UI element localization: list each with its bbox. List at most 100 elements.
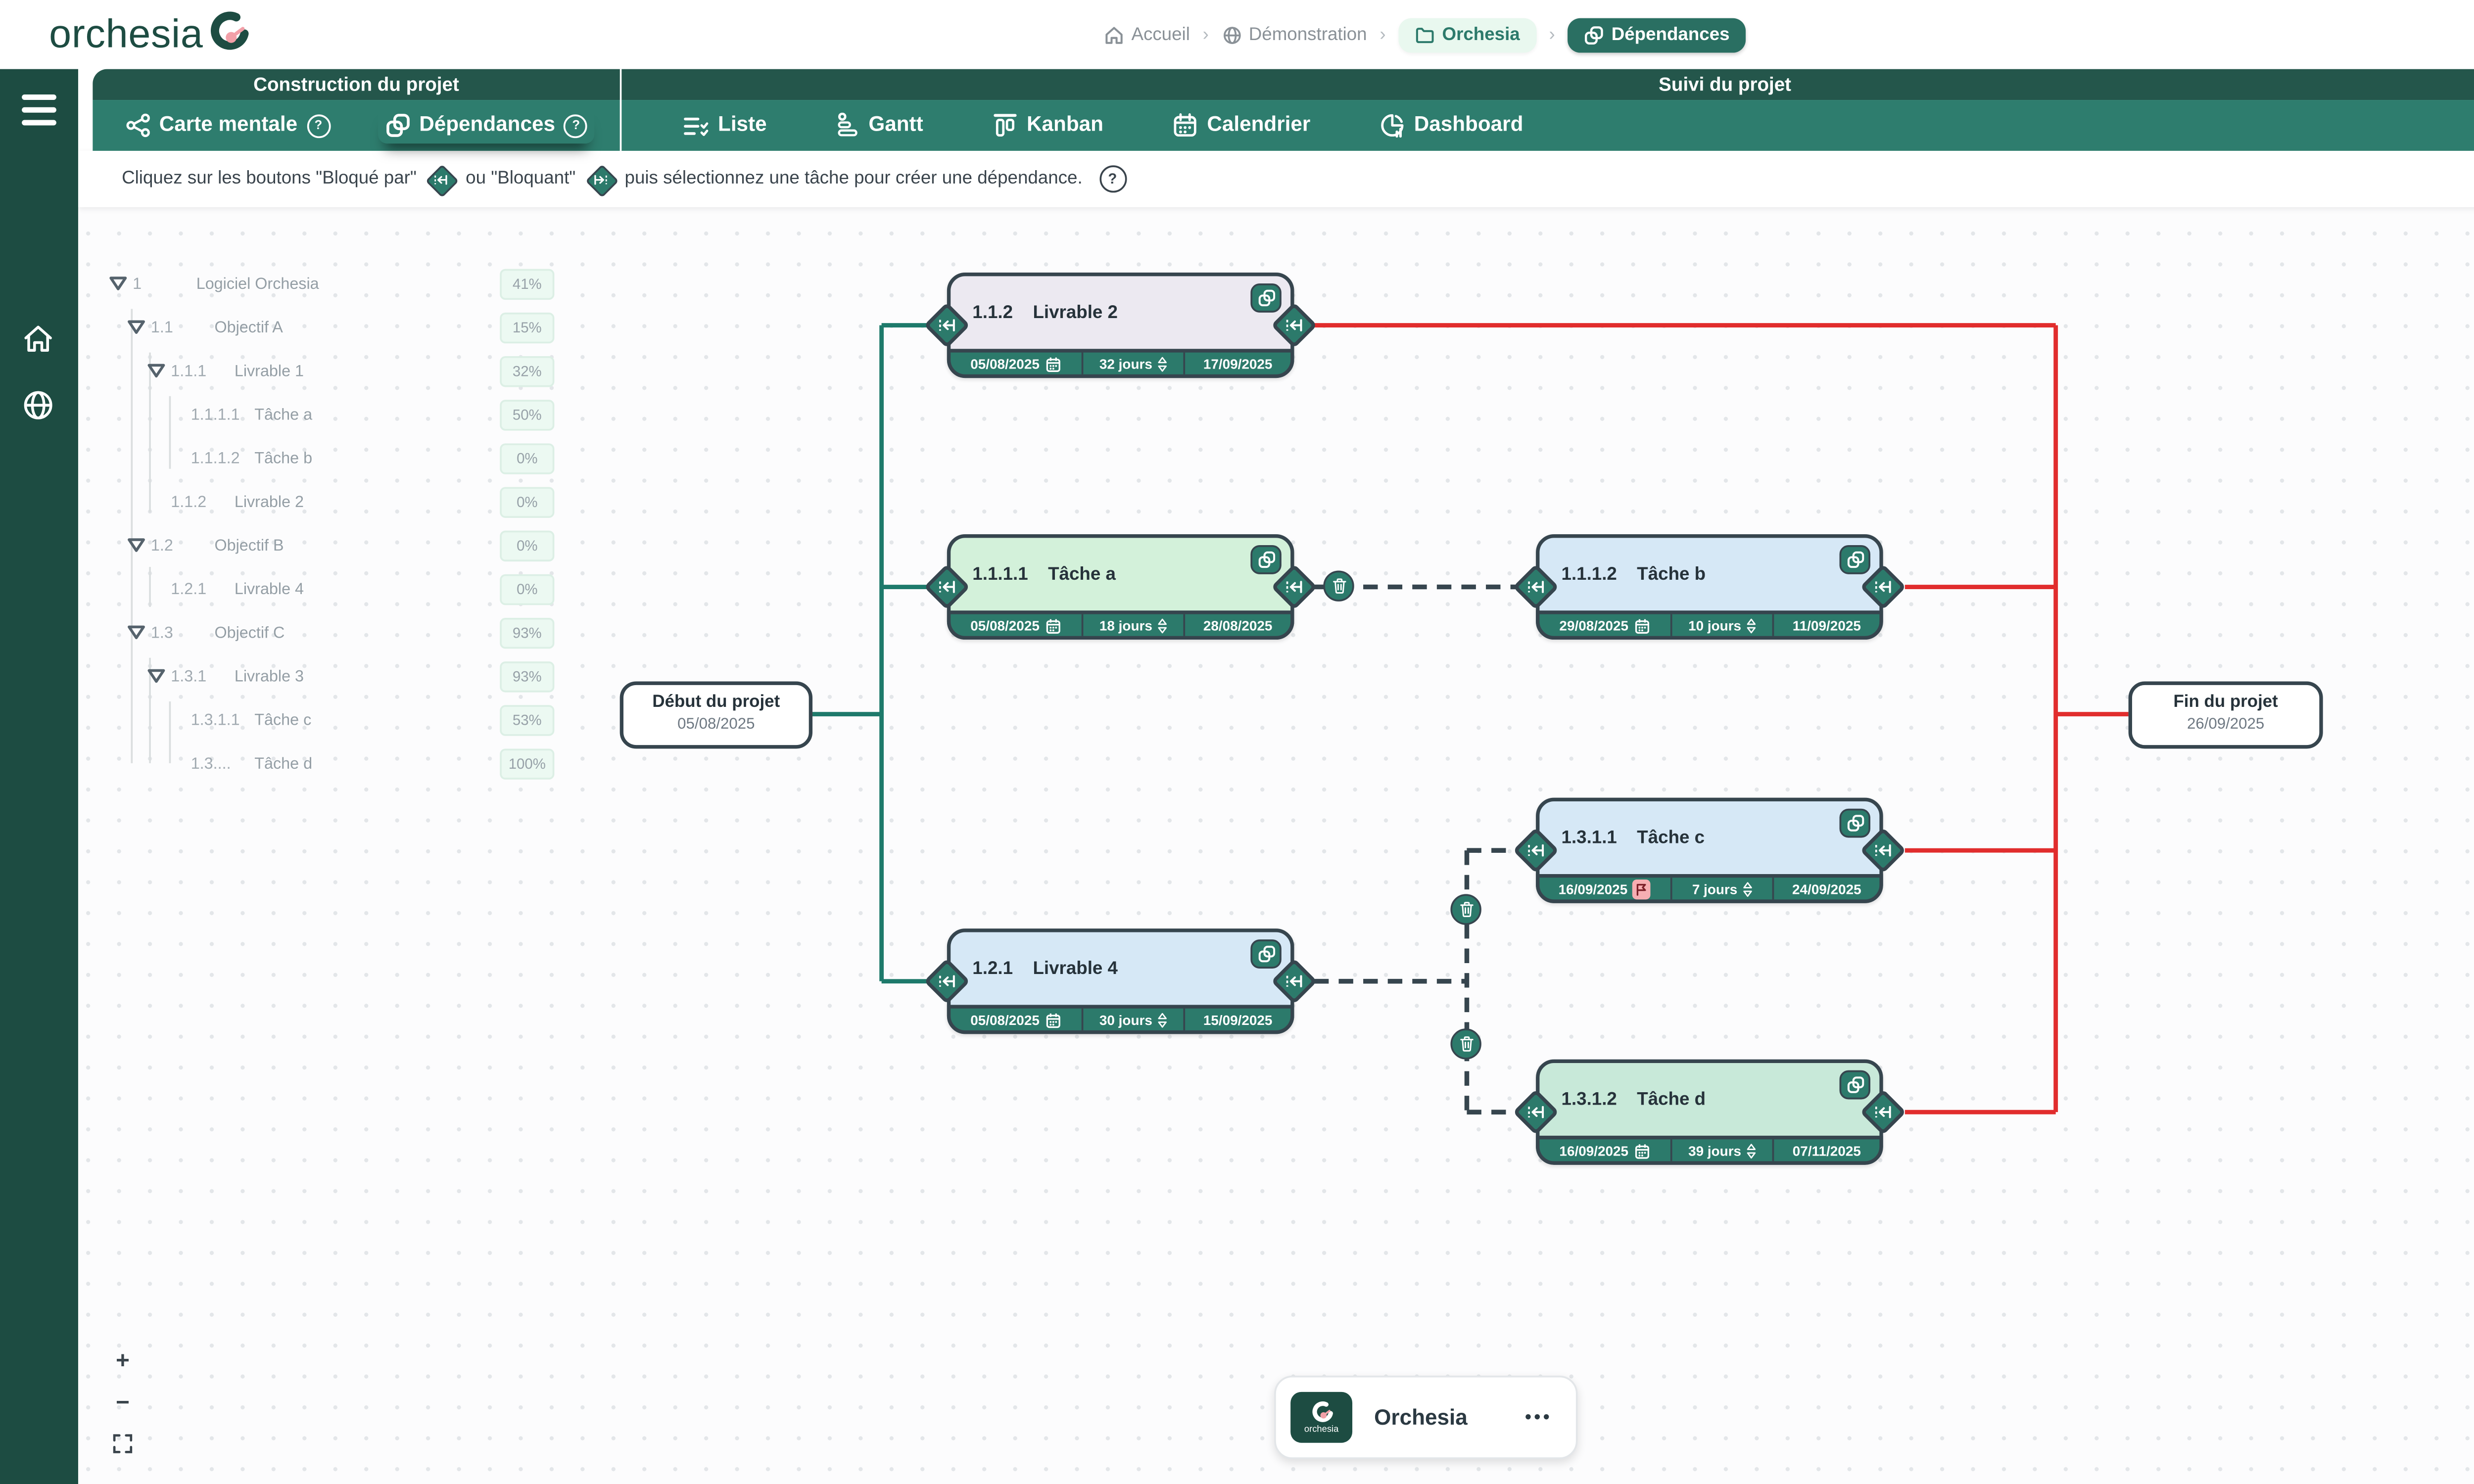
tab-sections: Construction du projet Suivi du projet: [93, 69, 2474, 100]
tab-calendrier[interactable]: Calendrier: [1165, 107, 1318, 143]
progress-badge: 0%: [500, 443, 554, 474]
collapse-toggle-icon[interactable]: [147, 669, 171, 683]
blocked-by-handle[interactable]: [923, 302, 971, 349]
sidebar-home-button[interactable]: [22, 324, 54, 354]
tree-row[interactable]: 1Logiciel Orchesia 41%: [100, 262, 554, 305]
blocking-handle[interactable]: [1859, 1088, 1907, 1136]
blocked-by-handle[interactable]: [1512, 1088, 1560, 1136]
task-node-tache-a[interactable]: 1.1.1.1Tâche a 05/08/2025 18 jours 28/08…: [947, 534, 1294, 640]
task-node-tache-d[interactable]: 1.3.1.2Tâche d 16/09/2025 39 jours 07/11…: [1536, 1060, 1883, 1165]
delete-dependency-button[interactable]: [1323, 570, 1354, 601]
calendar-icon: [1045, 355, 1061, 371]
tab-dashboard[interactable]: Dashboard: [1372, 107, 1530, 143]
breadcrumb-separator: ›: [1380, 25, 1385, 45]
duration-control[interactable]: 18 jours: [1081, 614, 1184, 636]
trash-icon: [1459, 1036, 1473, 1052]
duration-control[interactable]: 7 jours: [1670, 878, 1772, 899]
sidebar-workspace-button[interactable]: [22, 389, 54, 421]
calendar-icon: [1634, 1142, 1650, 1159]
stepper-icon: [1158, 1011, 1167, 1027]
mindmap-icon: [125, 113, 150, 138]
tree-row[interactable]: 1.3.1Livrable 3 93%: [100, 654, 554, 697]
tab-help-icon[interactable]: ?: [564, 114, 588, 138]
collapse-toggle-icon[interactable]: [147, 364, 171, 378]
dependency-canvas[interactable]: 1Logiciel Orchesia 41% 1.1Objectif A 15%…: [0, 207, 2474, 1484]
app-logo[interactable]: orchesia: [49, 11, 248, 58]
tree-row[interactable]: 1.1Objectif A 15%: [100, 305, 554, 349]
tree-row[interactable]: 1.3....Tâche d 100%: [100, 742, 554, 785]
tab-gantt[interactable]: Gantt: [829, 107, 931, 143]
delete-dependency-button[interactable]: [1450, 1028, 1481, 1059]
tab-kanban[interactable]: Kanban: [985, 107, 1111, 143]
blocking-handle[interactable]: [1859, 827, 1907, 874]
tree-row[interactable]: 1.1.1Livrable 1 32%: [100, 349, 554, 392]
start-date-control[interactable]: 05/08/2025: [951, 614, 1081, 636]
duration-control[interactable]: 39 jours: [1670, 1139, 1772, 1161]
breadcrumb-current-page[interactable]: Dépendances: [1568, 17, 1746, 52]
collapse-toggle-icon[interactable]: [127, 538, 151, 552]
trash-icon: [1332, 578, 1346, 594]
pie-chart-icon: [1380, 113, 1405, 138]
task-node-livrable-4[interactable]: 1.2.1Livrable 4 05/08/2025 30 jours 15/0…: [947, 928, 1294, 1034]
collapse-toggle-icon[interactable]: [127, 625, 151, 640]
duration-control[interactable]: 32 jours: [1081, 353, 1184, 374]
task-node-livrable-2[interactable]: 1.1.2Livrable 2 05/08/2025 32 jours 17/0…: [947, 273, 1294, 378]
tab-help-icon[interactable]: ?: [306, 114, 330, 138]
tab-liste[interactable]: Liste: [676, 108, 774, 143]
tree-row[interactable]: 1.2.1Livrable 4 0%: [100, 567, 554, 610]
canvas-controls: + −: [109, 1346, 136, 1455]
globe-icon: [22, 389, 54, 421]
tree-row[interactable]: 1.1.1.1Tâche a 50%: [100, 392, 554, 436]
blocking-handle[interactable]: [1271, 302, 1318, 349]
project-card[interactable]: orchesia Orchesia •••: [1274, 1376, 1577, 1459]
blocked-by-handle[interactable]: [923, 958, 971, 1005]
tree-row[interactable]: 1.3Objectif C 93%: [100, 610, 554, 654]
tab-dependances[interactable]: Dépendances ?: [378, 107, 595, 143]
fullscreen-button[interactable]: [109, 1430, 136, 1455]
duration-control[interactable]: 30 jours: [1081, 1009, 1184, 1030]
breadcrumb: Accueil › Démonstration › Orchesia › Dép…: [1104, 0, 1746, 69]
start-date-control[interactable]: 05/08/2025: [951, 353, 1081, 374]
stepper-icon: [1747, 1142, 1756, 1159]
node-footer: 16/09/2025 7 jours 24/09/2025: [1536, 874, 1883, 903]
breadcrumb-workspace[interactable]: Démonstration: [1222, 25, 1367, 45]
duration-control[interactable]: 10 jours: [1670, 614, 1772, 636]
delete-dependency-button[interactable]: [1450, 894, 1481, 925]
stepper-icon: [1158, 355, 1167, 371]
breadcrumb-project[interactable]: Orchesia: [1398, 17, 1536, 52]
progress-badge: 53%: [500, 705, 554, 736]
blocked-by-handle[interactable]: [1512, 827, 1560, 874]
zoom-in-button[interactable]: +: [109, 1346, 136, 1372]
tab-carte-mentale[interactable]: Carte mentale ?: [117, 107, 337, 143]
progress-badge: 100%: [500, 748, 554, 779]
blocking-handle[interactable]: [1859, 563, 1907, 611]
banner-help-icon[interactable]: ?: [1099, 165, 1126, 192]
start-date-control[interactable]: 05/08/2025: [951, 1009, 1081, 1030]
view-tabs: Construction du projet Suivi du projet C…: [93, 69, 2474, 151]
task-node-tache-c[interactable]: 1.3.1.1Tâche c 16/09/2025 7 jours 24/09/…: [1536, 798, 1883, 903]
zoom-out-button[interactable]: −: [109, 1389, 136, 1414]
edge-start-group: [812, 325, 927, 981]
tree-row[interactable]: 1.3.1.1Tâche c 53%: [100, 698, 554, 742]
blocked-by-handle[interactable]: [1512, 563, 1560, 611]
tree-row[interactable]: 1.1.2Livrable 2 0%: [100, 480, 554, 523]
top-header: orchesia Accueil › Démonstration ›: [0, 0, 2474, 69]
collapse-toggle-icon[interactable]: [127, 320, 151, 334]
task-node-tache-b[interactable]: 1.1.1.2Tâche b 29/08/2025 10 jours 11/09…: [1536, 534, 1883, 640]
start-date-control[interactable]: 16/09/2025: [1539, 878, 1670, 899]
blocking-handle[interactable]: [1271, 958, 1318, 1005]
collapse-toggle-icon[interactable]: [109, 276, 133, 290]
menu-toggle-button[interactable]: [22, 94, 56, 133]
blocking-handle[interactable]: [1271, 563, 1318, 611]
tree-row[interactable]: 1.1.1.2Tâche b 0%: [100, 436, 554, 480]
breadcrumb-home[interactable]: Accueil: [1104, 25, 1190, 45]
kanban-icon: [992, 113, 1017, 138]
blocking-diamond-icon: [586, 165, 614, 192]
blocked-by-handle[interactable]: [923, 563, 971, 611]
progress-badge: 32%: [500, 356, 554, 387]
project-card-menu-button[interactable]: •••: [1525, 1407, 1552, 1427]
start-date-control[interactable]: 29/08/2025: [1539, 614, 1670, 636]
tree-row[interactable]: 1.2Objectif B 0%: [100, 523, 554, 567]
start-date-control[interactable]: 16/09/2025: [1539, 1139, 1670, 1161]
node-footer: 16/09/2025 39 jours 07/11/2025: [1536, 1136, 1883, 1165]
